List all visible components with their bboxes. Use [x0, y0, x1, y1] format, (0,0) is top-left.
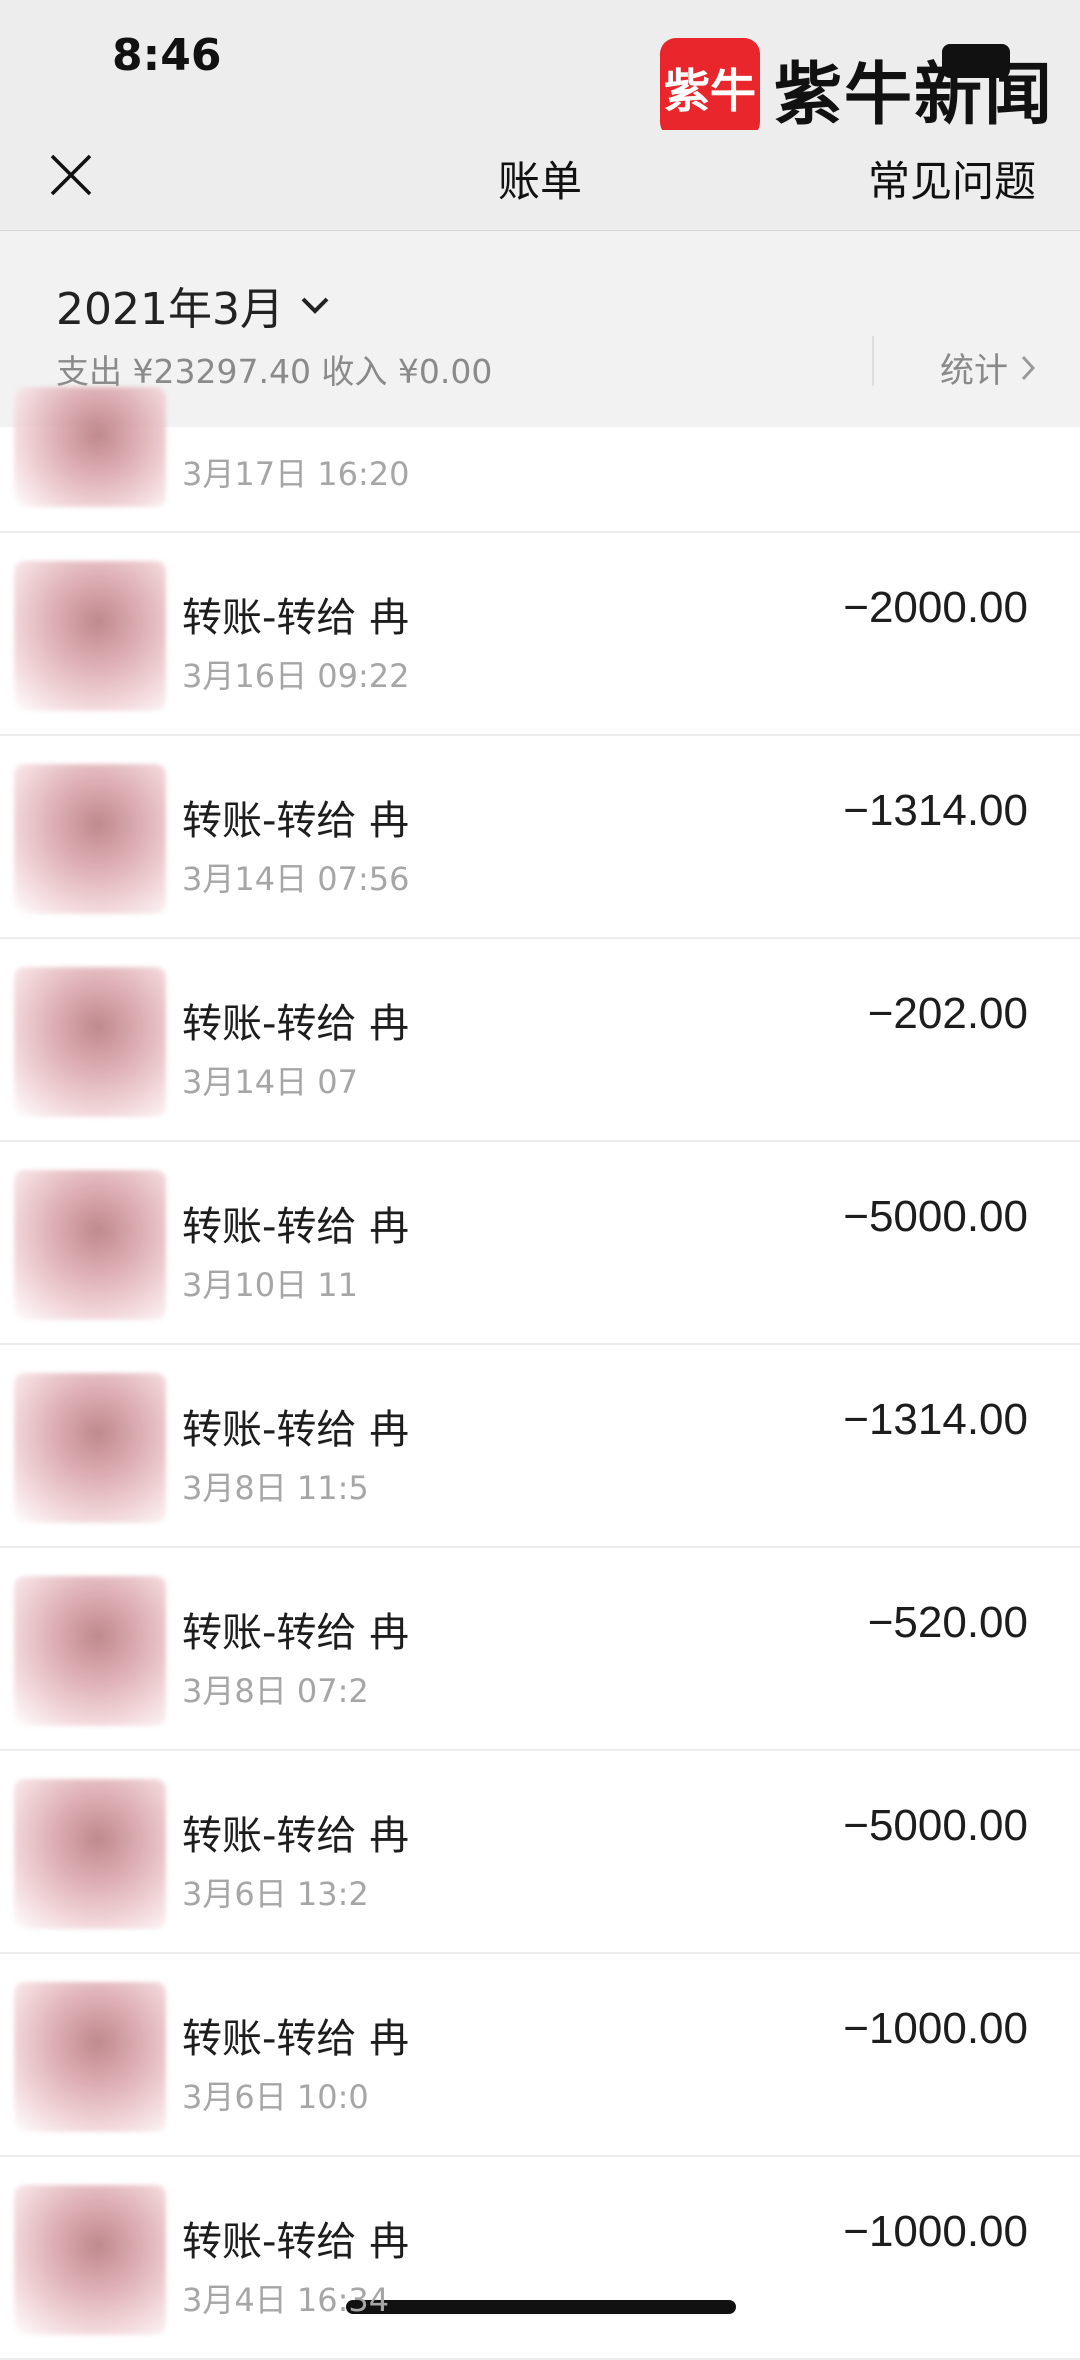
totals-text: 支出 ¥23297.40 收入 ¥0.00	[56, 352, 493, 391]
faq-link[interactable]: 常见问题	[868, 148, 1036, 209]
transaction-row[interactable]: 转账-转给 冉 3月14日 07 −202.00	[0, 939, 1080, 1142]
transaction-time: 3月6日 13:2	[182, 1875, 369, 1913]
month-label: 2021年3月	[56, 284, 284, 335]
battery-icon	[942, 44, 1010, 78]
transaction-row[interactable]: 转账-转给 冉 3月8日 11:5 −1314.00	[0, 1345, 1080, 1548]
transaction-title: 转账-转给 冉	[182, 2219, 410, 2265]
transaction-time: 3月16日 09:22	[182, 657, 410, 695]
avatar	[14, 2185, 166, 2335]
avatar	[14, 764, 166, 914]
avatar	[14, 1170, 166, 1320]
transaction-row[interactable]: 转账-转给 冉 3月6日 13:2 −5000.00	[0, 1751, 1080, 1954]
transaction-title: 转账-转给 冉	[182, 2016, 410, 2062]
watermark-logo: 紫牛	[660, 38, 760, 138]
transaction-amount: −1314.00	[843, 786, 1028, 835]
transaction-amount: −1000.00	[843, 2207, 1028, 2256]
transaction-row[interactable]: 3月17日 16:20	[0, 387, 1080, 533]
status-bar: 8:46 紫牛 紫牛新闻	[0, 0, 1080, 138]
status-time: 8:46	[112, 30, 222, 81]
transaction-time: 3月14日 07:56	[182, 860, 410, 898]
home-indicator[interactable]	[346, 2300, 736, 2314]
transaction-time: 3月14日 07	[182, 1063, 358, 1101]
transaction-amount: −202.00	[867, 989, 1028, 1038]
avatar	[14, 561, 166, 711]
transaction-title: 转账-转给 冉	[182, 1001, 410, 1047]
chevron-down-icon	[301, 297, 329, 314]
transaction-row[interactable]: 转账-转给 冉 3月4日 16:34 −1000.00	[0, 2157, 1080, 2360]
divider	[872, 336, 874, 386]
month-selector[interactable]: 2021年3月	[56, 273, 330, 337]
watermark-text: 紫牛新闻	[774, 54, 1055, 135]
transaction-time: 3月4日 16:34	[182, 2281, 390, 2319]
transaction-title: 转账-转给 冉	[182, 1204, 410, 1250]
transaction-amount: −1000.00	[843, 2004, 1028, 2053]
transaction-title: 转账-转给 冉	[182, 798, 410, 844]
transaction-amount: −1314.00	[843, 1395, 1028, 1444]
transaction-title: 转账-转给 冉	[182, 595, 410, 641]
transaction-amount: −5000.00	[843, 1192, 1028, 1241]
transaction-time: 3月8日 11:5	[182, 1469, 369, 1507]
transaction-list: 3月17日 16:20 转账-转给 冉 3月16日 09:22 −2000.00…	[0, 387, 1080, 2360]
transaction-title: 转账-转给 冉	[182, 1407, 410, 1453]
transaction-amount: −520.00	[867, 1598, 1028, 1647]
chevron-right-icon	[1021, 355, 1036, 380]
stats-label: 统计	[940, 351, 1008, 391]
stats-link[interactable]: 统计	[940, 343, 1036, 392]
transaction-amount: −2000.00	[843, 583, 1028, 632]
transaction-row[interactable]: 转账-转给 冉 3月16日 09:22 −2000.00	[0, 533, 1080, 736]
transaction-amount: −5000.00	[843, 1801, 1028, 1850]
transaction-title: 转账-转给 冉	[182, 1610, 410, 1656]
transaction-time: 3月17日 16:20	[182, 455, 410, 493]
nav-bar: 账单 常见问题	[0, 130, 1080, 231]
transaction-time: 3月6日 10:0	[182, 2078, 369, 2116]
transaction-row[interactable]: 转账-转给 冉 3月8日 07:2 −520.00	[0, 1548, 1080, 1751]
avatar	[14, 967, 166, 1117]
transaction-row[interactable]: 转账-转给 冉 3月6日 10:0 −1000.00	[0, 1954, 1080, 2157]
transaction-row[interactable]: 转账-转给 冉 3月10日 11 −5000.00	[0, 1142, 1080, 1345]
avatar	[14, 1982, 166, 2132]
avatar	[14, 1373, 166, 1523]
transaction-title: 转账-转给 冉	[182, 1813, 410, 1859]
avatar	[14, 1779, 166, 1929]
avatar	[14, 1576, 166, 1726]
avatar	[14, 387, 166, 507]
transaction-time: 3月8日 07:2	[182, 1672, 369, 1710]
transaction-row[interactable]: 转账-转给 冉 3月14日 07:56 −1314.00	[0, 736, 1080, 939]
transaction-time: 3月10日 11	[182, 1266, 358, 1304]
